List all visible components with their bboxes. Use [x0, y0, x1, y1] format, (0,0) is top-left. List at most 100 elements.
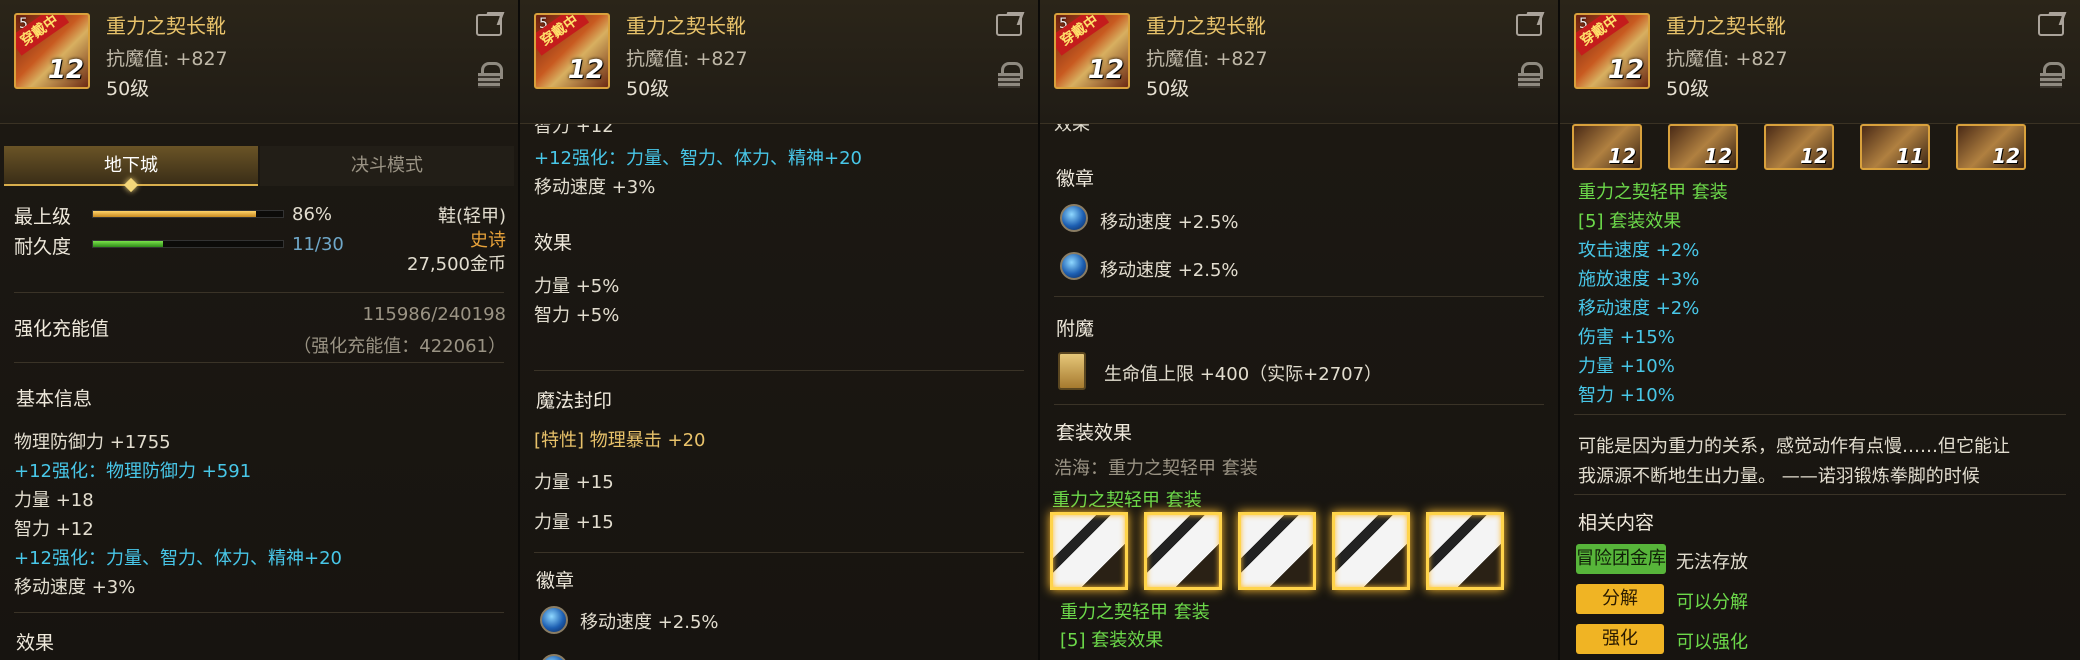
tab-pvp[interactable]: 决斗模式 [260, 146, 514, 186]
set-item-slot[interactable] [1426, 512, 1504, 590]
set-item-slot[interactable] [1238, 512, 1316, 590]
grade-percent: 86% [292, 204, 333, 225]
divider [1574, 414, 2066, 415]
set-line: 移动速度 +2% [1578, 298, 1700, 319]
durability-label: 耐久度 [14, 236, 72, 258]
item-level: 50级 [626, 78, 670, 100]
item-header: 5 穿戴中 12 重力之契长靴 抗魔值: +827 50级 [0, 0, 518, 124]
set-title: 套装效果 [1056, 422, 1133, 444]
tooltip-panel-1: 5 穿戴中 12 重力之契长靴 抗魔值: +827 50级 地下城 决斗模式 最… [0, 0, 520, 660]
stat-line: +12强化：力量、智力、体力、精神+20 [14, 548, 342, 569]
boots-item-icon: 5 穿戴中 12 [1054, 13, 1130, 89]
blue-emblem-icon [1060, 252, 1088, 280]
share-icon[interactable] [476, 14, 502, 36]
share-icon[interactable] [1516, 14, 1542, 36]
item-rarity: 史诗 [470, 230, 506, 251]
emblem-line: 移动速度 +2.5% [1100, 260, 1239, 281]
item-attr: 抗魔值: +827 [1146, 48, 1268, 70]
enhance-level: 12 [567, 55, 604, 85]
tooltip-panel-3: 5 穿戴中 12 重力之契长靴 抗魔值: +827 50级 效果 徽章 移动速度… [1040, 0, 1560, 660]
set-item-slot[interactable] [1144, 512, 1222, 590]
boots-item-icon: 5 穿戴中 12 [14, 13, 90, 89]
divider [534, 552, 1024, 553]
divider [1054, 404, 1544, 405]
set-line: 力量 +10% [1578, 356, 1675, 377]
charge-label: 强化充能值 [14, 318, 110, 340]
emblem-title: 徽章 [1056, 168, 1095, 190]
set-piece-level: 12 [1800, 144, 1828, 168]
lock-icon[interactable] [2040, 62, 2065, 88]
emblem-line: 移动速度 +2.5% [580, 612, 719, 633]
enchant-line: 生命值上限 +400（实际+2707） [1104, 364, 1383, 385]
seal-line: 力量 +15 [534, 472, 614, 493]
boots-item-icon: 5 穿戴中 12 [1574, 13, 1650, 89]
lock-icon[interactable] [998, 62, 1023, 88]
item-type: 鞋(轻甲) [437, 206, 506, 227]
grade-bar-fill [93, 211, 257, 217]
set-name-2: 重力之契轻甲 套装 [1060, 602, 1210, 623]
enhance-button[interactable]: 强化 [1576, 624, 1664, 654]
item-attr: 抗魔值: +827 [626, 48, 748, 70]
item-header: 5 穿戴中 12 重力之契长靴 抗魔值: +827 50级 [1560, 0, 2080, 124]
durability-value: 11/30 [292, 234, 344, 255]
share-icon[interactable] [996, 14, 1022, 36]
effect-line: 智力 +5% [534, 305, 620, 326]
lock-icon[interactable] [478, 62, 503, 88]
guild-vault-status: 无法存放 [1676, 552, 1748, 573]
stat-line: 物理防御力 +1755 [14, 432, 171, 453]
blue-emblem-icon [540, 654, 568, 660]
set-piece-level: 12 [1704, 144, 1732, 168]
enchant-title: 附魔 [1056, 318, 1095, 340]
set-name: 重力之契轻甲 套装 [1052, 490, 1202, 511]
related-title: 相关内容 [1578, 512, 1655, 534]
disassemble-status: 可以分解 [1676, 592, 1748, 613]
tooltip-panel-2: 5 穿戴中 12 重力之契长靴 抗魔值: +827 50级 智力 +12 +12… [520, 0, 1040, 660]
set-piece-icon[interactable]: 12 [1668, 124, 1738, 170]
set-piece-icon[interactable]: 11 [1860, 124, 1930, 170]
stat-line: 力量 +18 [14, 490, 94, 511]
divider [534, 370, 1024, 371]
set-item-slot[interactable] [1050, 512, 1128, 590]
set-line: 伤害 +15% [1578, 327, 1675, 348]
emblem-title: 徽章 [536, 570, 575, 592]
share-icon[interactable] [2038, 14, 2064, 36]
enhance-level: 12 [1087, 55, 1124, 85]
blue-emblem-icon [540, 606, 568, 634]
lock-icon[interactable] [1518, 62, 1543, 88]
flavor-text-2: 我源源不断地生出力量。 ——诺羽锻炼拳脚的时候 [1578, 466, 1980, 487]
enchant-card-icon [1058, 352, 1086, 390]
item-name: 重力之契长靴 [1666, 14, 1786, 38]
item-name: 重力之契长靴 [626, 14, 746, 38]
divider [1574, 494, 2066, 495]
durability-bar [92, 240, 284, 248]
mode-tabs: 地下城 决斗模式 [4, 146, 514, 193]
set-line: 智力 +10% [1578, 385, 1675, 406]
stat-line: +12强化：物理防御力 +591 [14, 461, 252, 482]
item-price: 27,500金币 [407, 254, 506, 275]
set-item-slot[interactable] [1332, 512, 1410, 590]
item-level: 50级 [106, 78, 150, 100]
set-piece-icon[interactable]: 12 [1764, 124, 1834, 170]
durability-bar-fill [93, 241, 163, 247]
item-level: 50级 [1146, 78, 1190, 100]
seal-title: 魔法封印 [536, 390, 613, 412]
disassemble-button[interactable]: 分解 [1576, 584, 1664, 614]
set-piece-icon[interactable]: 12 [1956, 124, 2026, 170]
set-piece-icon[interactable]: 12 [1572, 124, 1642, 170]
stat-line: 智力 +12 [14, 519, 94, 540]
seal-trait: [特性] 物理暴击 +20 [534, 430, 706, 451]
item-header: 5 穿戴中 12 重力之契长靴 抗魔值: +827 50级 [1040, 0, 1558, 124]
tooltip-panel-4: 5 穿戴中 12 重力之契长靴 抗魔值: +827 50级 12 12 12 1… [1560, 0, 2080, 660]
item-name: 重力之契长靴 [106, 14, 226, 38]
effect-line: 力量 +5% [534, 276, 620, 297]
set-effect-title: [5] 套装效果 [1578, 211, 1682, 232]
guild-vault-button[interactable]: 冒险团金库 [1576, 544, 1666, 574]
enhance-status: 可以强化 [1676, 632, 1748, 653]
set-effect-title: [5] 套装效果 [1060, 630, 1164, 651]
divider [14, 362, 504, 363]
blue-emblem-icon [1060, 204, 1088, 232]
enhance-level: 12 [47, 55, 84, 85]
divider [14, 292, 504, 293]
stat-line: 移动速度 +3% [534, 177, 656, 198]
enhance-level: 12 [1607, 55, 1644, 85]
